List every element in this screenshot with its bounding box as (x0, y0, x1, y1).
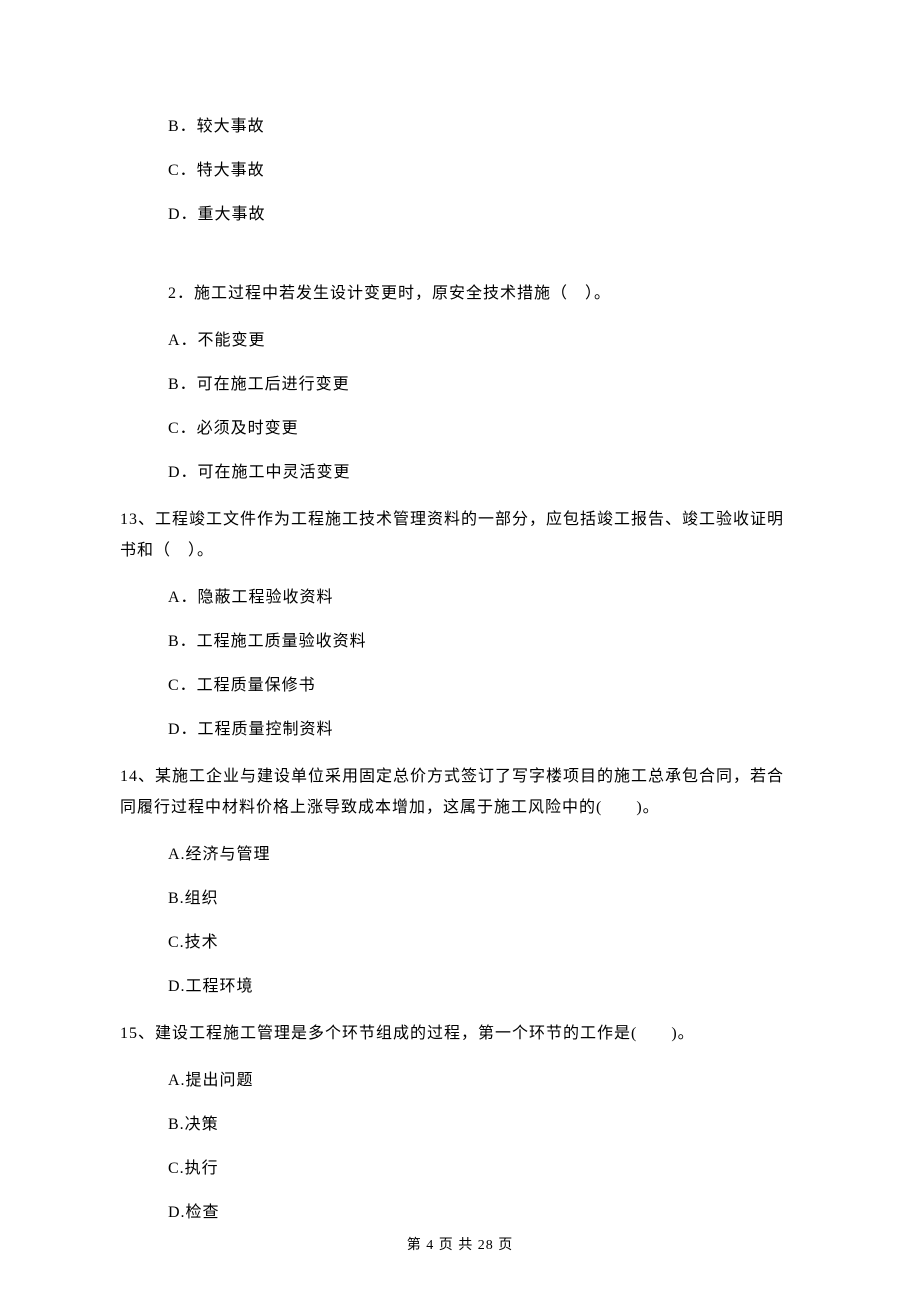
option-d: D．可在施工中灵活变更 (120, 461, 800, 485)
option-a: A．隐蔽工程验收资料 (120, 586, 800, 610)
option-b: B．较大事故 (120, 115, 800, 139)
option-d: D．重大事故 (120, 203, 800, 227)
option-d: D.工程环境 (120, 975, 800, 999)
option-d: D．工程质量控制资料 (120, 718, 800, 742)
option-c: C．必须及时变更 (120, 417, 800, 441)
option-b: B．工程施工质量验收资料 (120, 630, 800, 654)
option-c: C．特大事故 (120, 159, 800, 183)
option-a: A.经济与管理 (120, 843, 800, 867)
question-14: 14、某施工企业与建设单位采用固定总价方式签订了写字楼项目的施工总承包合同，若合… (120, 762, 800, 823)
spacer (120, 247, 800, 271)
option-a: A．不能变更 (120, 329, 800, 353)
page-content: B．较大事故 C．特大事故 D．重大事故 2．施工过程中若发生设计变更时，原安全… (0, 0, 920, 1225)
option-a: A.提出问题 (120, 1069, 800, 1093)
page-footer: 第 4 页 共 28 页 (0, 1234, 920, 1254)
question-15: 15、建设工程施工管理是多个环节组成的过程，第一个环节的工作是( )。 (120, 1019, 800, 1049)
option-c: C．工程质量保修书 (120, 674, 800, 698)
option-c: C.执行 (120, 1157, 800, 1181)
option-b: B．可在施工后进行变更 (120, 373, 800, 397)
option-c: C.技术 (120, 931, 800, 955)
option-b: B.组织 (120, 887, 800, 911)
option-b: B.决策 (120, 1113, 800, 1137)
option-d: D.检查 (120, 1201, 800, 1225)
question-2: 2．施工过程中若发生设计变更时，原安全技术措施（ ）。 (120, 279, 800, 309)
question-13: 13、工程竣工文件作为工程施工技术管理资料的一部分，应包括竣工报告、竣工验收证明… (120, 505, 800, 566)
